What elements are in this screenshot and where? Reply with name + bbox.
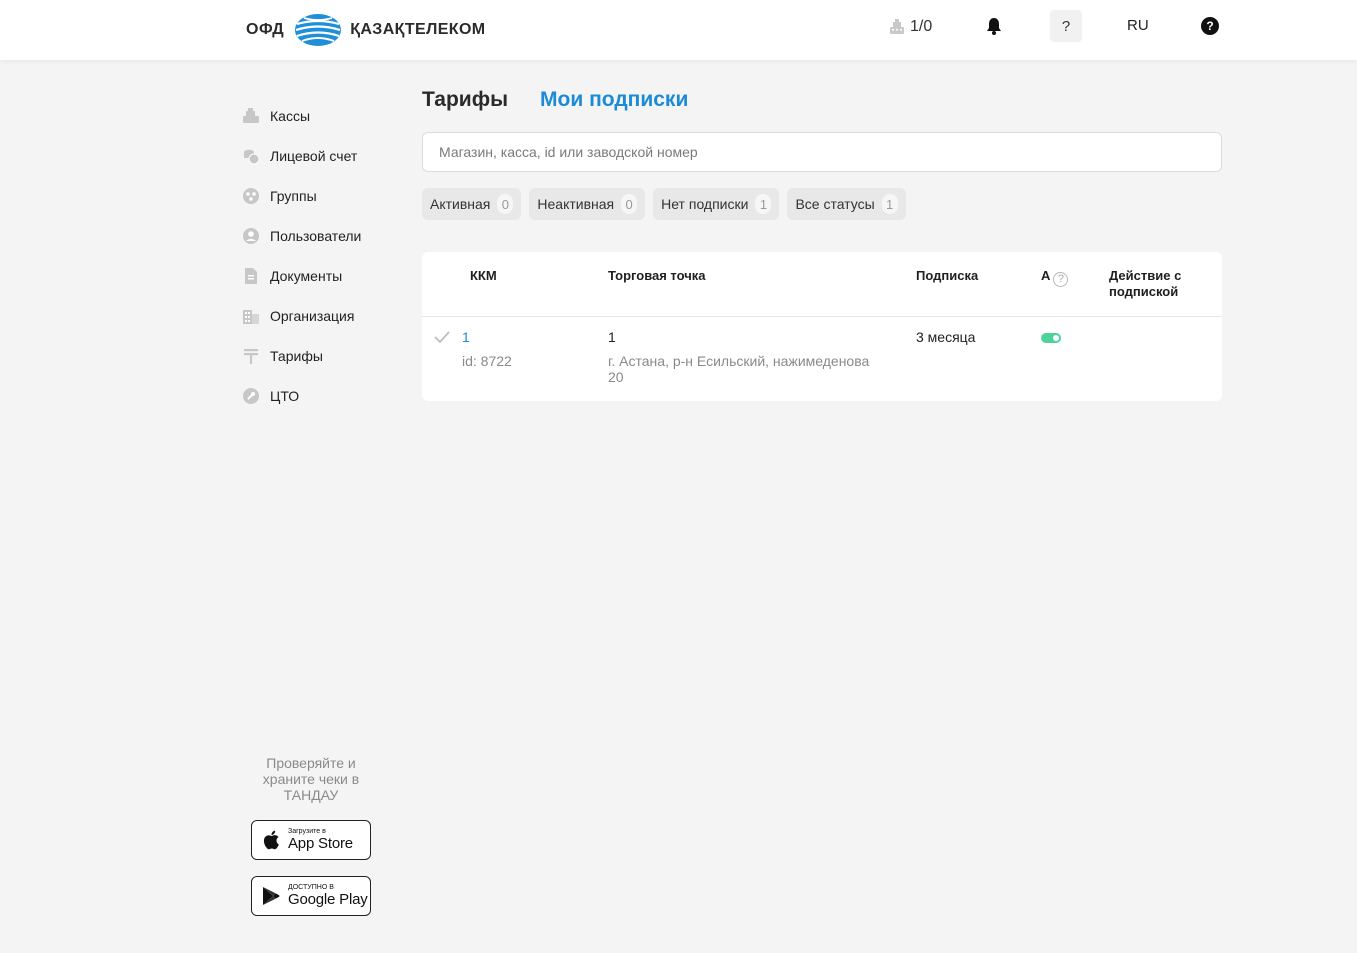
sidebar-item-label: Документы xyxy=(270,268,343,284)
filter-count: 1 xyxy=(755,194,772,214)
page-tabs: Тарифы Мои подписки xyxy=(422,88,1222,124)
cash-register-icon xyxy=(242,107,260,125)
app-store-button[interactable]: Загрузите в App Store xyxy=(251,820,371,860)
sidebar-item-label: ЦТО xyxy=(270,388,300,404)
sidebar-nav: Кассы Лицевой счет Группы Пользователи Д… xyxy=(240,96,410,416)
filter-count: 1 xyxy=(881,194,898,214)
trade-point-address: г. Астана, р-н Есильский, нажимеденова 2… xyxy=(608,353,870,385)
groups-icon xyxy=(242,187,260,205)
brand-name: ҚАЗАҚТЕЛЕКОМ xyxy=(350,21,486,38)
sidebar-item-label: Пользователи xyxy=(270,228,362,244)
filter-active[interactable]: Активная 0 xyxy=(422,188,522,220)
sidebar-item-tariffs[interactable]: Тарифы xyxy=(240,336,410,376)
sidebar-item-account[interactable]: Лицевой счет xyxy=(240,136,410,176)
status-filters: Активная 0 Неактивная 0 Нет подписки 1 В… xyxy=(422,188,906,220)
table-row[interactable]: 1 id: 8722 1 г. Астана, р-н Есильский, н… xyxy=(422,317,1222,401)
coins-icon xyxy=(242,147,260,165)
brand-prefix: ОФД xyxy=(246,21,285,38)
tenge-icon xyxy=(242,347,260,365)
filter-inactive[interactable]: Неактивная 0 xyxy=(529,188,646,220)
user-icon xyxy=(242,227,260,245)
sidebar-item-cto[interactable]: ЦТО xyxy=(240,376,410,416)
checkmark-icon[interactable] xyxy=(433,330,451,344)
sidebar-item-label: Кассы xyxy=(270,108,311,124)
help-button[interactable]: ? xyxy=(1050,10,1082,42)
promo-text: Проверяйте и храните чеки в ТАНДАУ xyxy=(262,755,360,803)
column-subscription: Подписка xyxy=(916,268,979,283)
tandau-promo: Проверяйте и храните чеки в ТАНДАУ xyxy=(251,755,371,803)
search-input[interactable] xyxy=(422,132,1222,172)
kkm-counter[interactable]: 1/0 xyxy=(888,16,932,38)
document-icon xyxy=(242,267,260,285)
top-bar: ОФД ҚАЗАҚТЕЛЕКОМ 1/0 ? RU ? xyxy=(0,0,1357,60)
sidebar-item-label: Организация xyxy=(270,308,355,324)
filter-all-statuses[interactable]: Все статусы 1 xyxy=(787,188,906,220)
filter-label: Неактивная xyxy=(537,196,615,212)
kazakhtelecom-globe-icon xyxy=(295,14,342,46)
wrench-icon xyxy=(242,387,260,405)
filter-label: Нет подписки xyxy=(661,196,749,212)
building-icon xyxy=(242,307,260,325)
sidebar-item-users[interactable]: Пользователи xyxy=(240,216,410,256)
trade-point-name: 1 xyxy=(608,329,616,345)
apple-icon xyxy=(263,830,279,850)
tab-my-subscriptions[interactable]: Мои подписки xyxy=(540,88,688,112)
subscriptions-table: ККМ Торговая точка Подписка А? Действие … xyxy=(422,252,1222,401)
google-play-button[interactable]: ДОСТУПНО В Google Play xyxy=(251,876,371,916)
sidebar-item-groups[interactable]: Группы xyxy=(240,176,410,216)
question-circle-icon[interactable]: ? xyxy=(1053,271,1069,287)
tab-tariffs[interactable]: Тарифы xyxy=(422,88,508,112)
auto-renew-toggle[interactable] xyxy=(1041,333,1061,343)
filter-no-subscription[interactable]: Нет подписки 1 xyxy=(653,188,780,220)
kkm-counter-value: 1/0 xyxy=(910,18,933,35)
kkm-name-link[interactable]: 1 xyxy=(462,329,470,345)
kkm-id: id: 8722 xyxy=(462,353,512,369)
app-store-big-text: App Store xyxy=(288,835,353,852)
question-circle-icon[interactable]: ? xyxy=(1201,17,1219,35)
sidebar-item-organization[interactable]: Организация xyxy=(240,296,410,336)
brand-logo[interactable]: ОФД ҚАЗАҚТЕЛЕКОМ xyxy=(246,12,486,48)
language-switcher[interactable]: RU xyxy=(1127,17,1149,34)
sidebar-item-label: Группы xyxy=(270,188,317,204)
cash-register-icon xyxy=(890,19,904,34)
sidebar-item-label: Лицевой счет xyxy=(270,148,358,164)
column-auto: А? xyxy=(1041,268,1069,287)
sidebar-item-kassy[interactable]: Кассы xyxy=(240,96,410,136)
google-play-icon xyxy=(263,887,280,905)
google-play-big-text: Google Play xyxy=(288,891,368,908)
table-header: ККМ Торговая точка Подписка А? Действие … xyxy=(422,252,1222,317)
column-auto-label: А xyxy=(1041,268,1051,283)
sidebar-item-documents[interactable]: Документы xyxy=(240,256,410,296)
sidebar-item-label: Тарифы xyxy=(270,348,323,364)
column-action: Действие с подпиской xyxy=(1109,268,1182,299)
filter-count: 0 xyxy=(621,194,638,214)
filter-count: 0 xyxy=(497,194,514,214)
subscription-value: 3 месяца xyxy=(916,329,976,345)
filter-label: Активная xyxy=(430,196,491,212)
filter-label: Все статусы xyxy=(795,196,875,212)
notifications-bell-icon[interactable] xyxy=(984,15,1004,37)
column-kkm: ККМ xyxy=(470,268,497,283)
column-trade-point: Торговая точка xyxy=(608,268,706,283)
main-content: Тарифы Мои подписки Активная 0 Неактивна… xyxy=(422,88,1222,401)
